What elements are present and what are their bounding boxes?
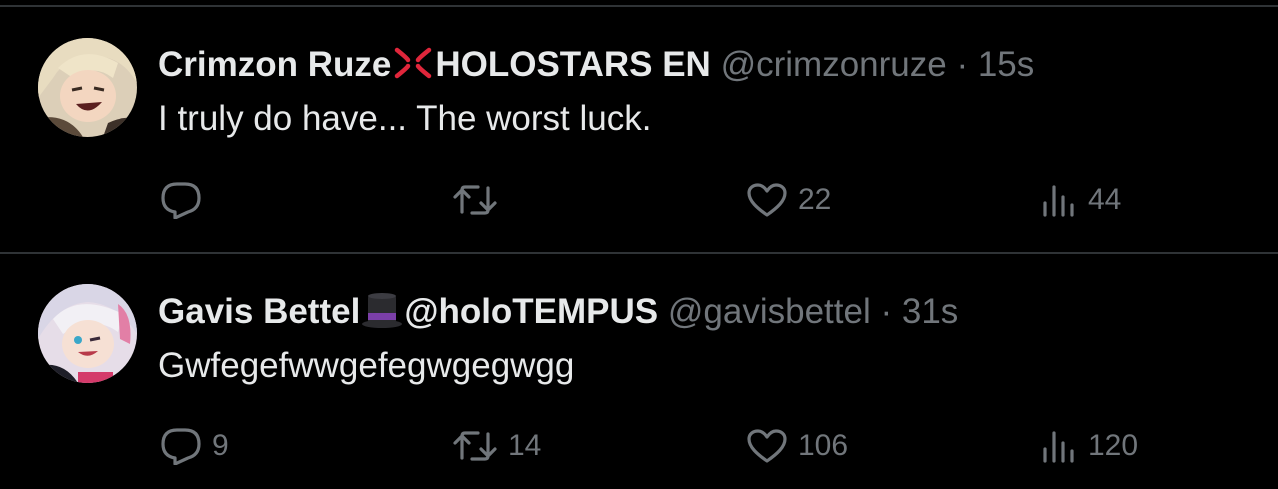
like-button[interactable]: 106	[746, 426, 848, 466]
reply-icon	[161, 428, 201, 465]
timeline-feed: Crimzon Ruze HOLOSTARS EN @crimzonruze ·…	[0, 0, 1278, 489]
views-button[interactable]: 120	[1042, 426, 1138, 466]
heart-icon	[747, 429, 787, 463]
display-name[interactable]: Gavis Bettel	[158, 292, 360, 331]
retweet-icon	[453, 431, 497, 461]
views-count: 120	[1088, 429, 1139, 462]
anger-symbol-icon	[391, 44, 435, 82]
avatar[interactable]	[38, 38, 137, 137]
views-icon	[1043, 185, 1074, 217]
retweet-button[interactable]: 14	[452, 426, 541, 466]
tweet-crimzon[interactable]: Crimzon Ruze HOLOSTARS EN @crimzonruze ·…	[0, 0, 1278, 252]
tweet-text: I truly do have... The worst luck.	[158, 99, 652, 138]
retweet-icon	[453, 185, 497, 215]
like-count: 22	[798, 183, 832, 216]
avatar[interactable]	[38, 284, 137, 383]
tweet-text: Gwfegefwwgefegwgegwgg	[158, 346, 575, 385]
heart-icon	[747, 183, 787, 217]
display-name-suffix[interactable]: HOLOSTARS EN	[435, 45, 710, 84]
reply-count: 9	[212, 429, 229, 462]
reply-icon	[161, 182, 201, 219]
like-button[interactable]: 22	[746, 180, 831, 220]
timestamp[interactable]: 15s	[978, 45, 1034, 84]
top-hat-icon	[360, 291, 404, 329]
tweet-header: Gavis Bettel @holoTEMPUS @gavisbettel · …	[158, 291, 958, 332]
retweet-button[interactable]	[452, 180, 508, 220]
like-count: 106	[798, 429, 849, 462]
user-handle[interactable]: @crimzonruze	[721, 45, 947, 84]
views-count: 44	[1088, 183, 1122, 216]
separator-dot: ·	[956, 45, 969, 84]
separator-dot: ·	[880, 292, 893, 331]
reply-button[interactable]: 9	[160, 426, 229, 466]
tweet-gavis[interactable]: Gavis Bettel @holoTEMPUS @gavisbettel · …	[0, 254, 1278, 489]
retweet-count: 14	[508, 429, 542, 462]
user-handle[interactable]: @gavisbettel	[668, 292, 871, 331]
views-button[interactable]: 44	[1042, 180, 1121, 220]
display-name[interactable]: Crimzon Ruze	[158, 45, 391, 84]
reply-button[interactable]	[160, 180, 212, 220]
timestamp[interactable]: 31s	[902, 292, 958, 331]
views-icon	[1043, 431, 1074, 463]
tweet-header: Crimzon Ruze HOLOSTARS EN @crimzonruze ·…	[158, 44, 1034, 85]
display-name-suffix[interactable]: @holoTEMPUS	[404, 292, 658, 331]
